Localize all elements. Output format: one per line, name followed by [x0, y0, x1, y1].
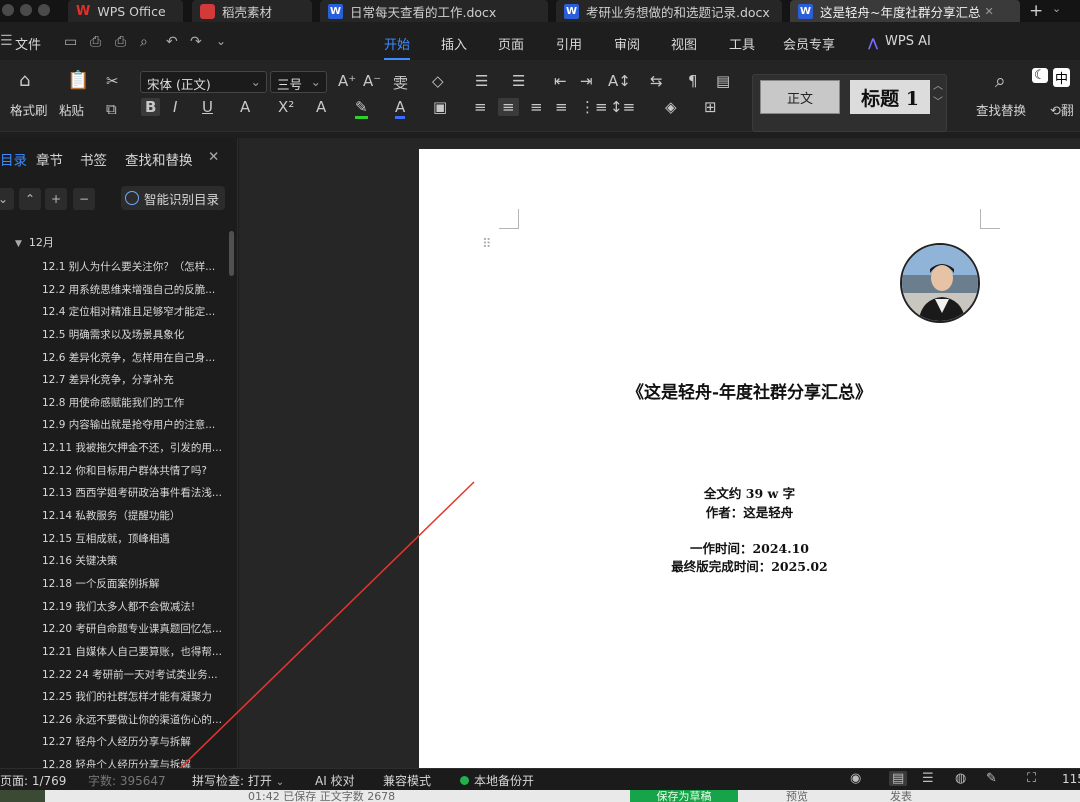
spell-check-label: 拼写检查: 打开 — [192, 774, 272, 788]
publish-button[interactable]: 发表 — [890, 790, 912, 802]
annotation-arrow-line — [164, 481, 475, 784]
local-backup-toggle[interactable]: 本地备份开 — [460, 772, 534, 789]
save-draft-button[interactable]: 保存为草稿 — [630, 790, 738, 802]
background-editor-strip: 01:42 已保存 正文字数 2678 保存为草稿 预览 发表 — [0, 790, 1080, 802]
strip-saved-text: 01:42 已保存 正文字数 2678 — [248, 790, 396, 802]
word-count[interactable]: 字数: 395647 — [88, 772, 166, 789]
fit-page-icon[interactable]: ⛶ — [1027, 771, 1036, 786]
compat-mode-label: 兼容模式 — [383, 774, 432, 788]
web-view-icon[interactable]: ◍ — [955, 771, 966, 786]
page-indicator[interactable]: 页面: 1/769 — [0, 772, 66, 789]
backup-status-dot-icon — [460, 776, 469, 785]
page-view-icon[interactable]: ▤ — [889, 771, 908, 786]
annotation-arrow — [160, 481, 475, 788]
backup-label: 本地备份开 — [474, 774, 535, 788]
write-mode-icon[interactable]: ✎ — [986, 771, 997, 786]
zoom-level[interactable]: 115 — [1062, 772, 1080, 786]
eye-protection-icon[interactable]: ◉ — [850, 771, 861, 786]
spell-check-toggle[interactable]: 拼写检查: 打开 ⌄ — [192, 772, 284, 789]
status-bar: 页面: 1/769 字数: 395647 拼写检查: 打开 ⌄ AI 校对 兼容… — [0, 768, 1080, 790]
strip-thumbnail — [0, 790, 45, 802]
wps-window: W WPS Office 稻壳素材 W 日常每天查看的工作.docx W 考研业… — [0, 0, 1080, 802]
chevron-down-icon: ⌄ — [275, 777, 285, 788]
preview-button[interactable]: 预览 — [786, 790, 808, 802]
ai-proofread-button[interactable]: AI 校对 — [315, 772, 355, 789]
outline-view-icon[interactable]: ☰ — [922, 771, 934, 786]
